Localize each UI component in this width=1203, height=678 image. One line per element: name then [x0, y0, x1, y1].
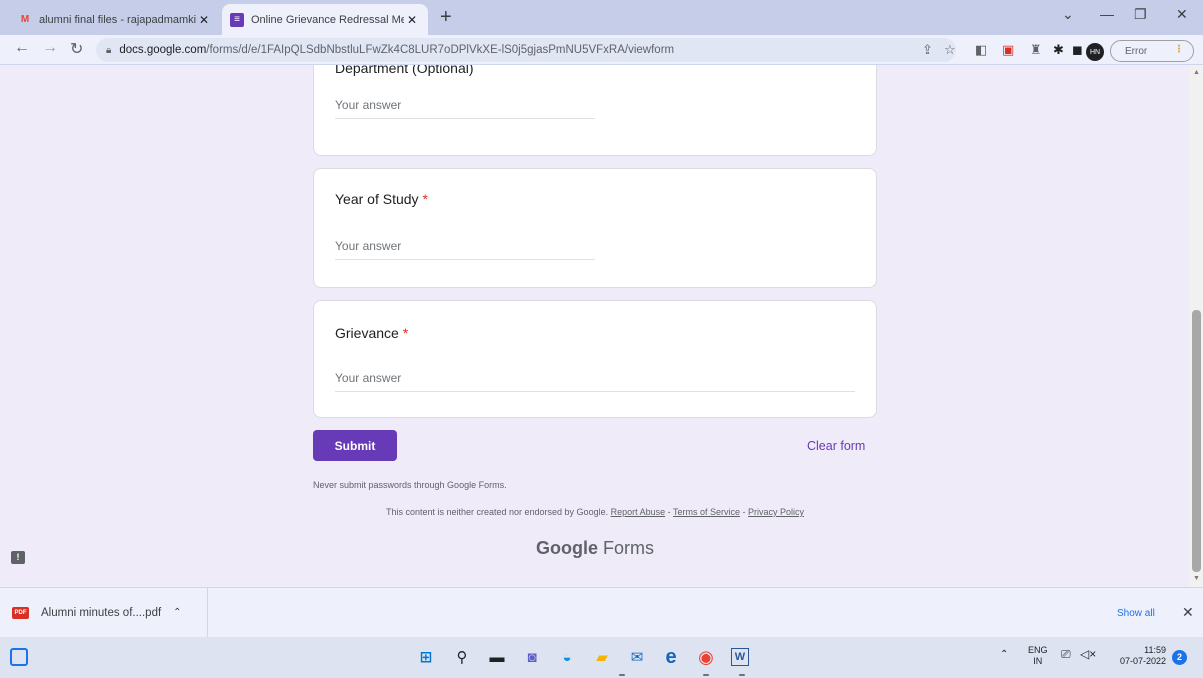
- separator: -: [665, 507, 673, 517]
- extension-icon[interactable]: ◧: [975, 42, 987, 58]
- question-title: Grievance *: [335, 325, 409, 341]
- edge-icon[interactable]: ◒: [556, 646, 578, 668]
- network-icon[interactable]: ⎚: [1061, 648, 1071, 660]
- menu-dots-icon: ⋮: [1174, 44, 1184, 55]
- question-title: Department (Optional): [335, 65, 474, 76]
- internet-explorer-icon[interactable]: e: [660, 646, 682, 668]
- tab-grievance-form[interactable]: ≡ Online Grievance Redressal Mecl ✕: [222, 4, 428, 35]
- clock[interactable]: 11:59 07-07-2022: [1108, 645, 1166, 667]
- year-of-study-answer-input[interactable]: Your answer: [335, 239, 595, 260]
- logo-google: Google: [535, 538, 598, 558]
- download-bar: PDF Alumni minutes of....pdf ⌃ Show all …: [0, 587, 1203, 637]
- scroll-down-icon[interactable]: ▼: [1193, 575, 1200, 582]
- download-file-name: Alumni minutes of....pdf: [41, 606, 162, 619]
- question-card-grievance: Grievance * Your answer: [313, 300, 877, 418]
- new-tab-button[interactable]: +: [440, 7, 452, 27]
- required-asterisk: *: [402, 325, 409, 341]
- region-code: IN: [1033, 656, 1043, 666]
- pdf-extension-icon[interactable]: ▣: [1002, 42, 1014, 58]
- feedback-icon[interactable]: !: [11, 551, 25, 564]
- extension-icon[interactable]: ♜: [1030, 42, 1042, 58]
- address-bar[interactable]: 🔒︎ docs.google.com /forms/d/e/1FAIpQLSdb…: [96, 38, 956, 62]
- notification-badge[interactable]: 2: [1172, 650, 1187, 665]
- gmail-icon: M: [20, 14, 30, 25]
- language-indicator[interactable]: ENG IN: [1028, 645, 1048, 667]
- department-answer-input[interactable]: Your answer: [335, 98, 595, 119]
- tab-title: alumni final files - rajapadmamki: [39, 13, 196, 26]
- running-indicator: [739, 674, 745, 676]
- show-hidden-icons[interactable]: ⌃: [1000, 649, 1008, 660]
- word-icon[interactable]: W: [731, 648, 749, 666]
- browser-toolbar: ← → ↻ 🔒︎ docs.google.com /forms/d/e/1FAI…: [0, 35, 1203, 65]
- logo-forms: Forms: [603, 538, 654, 558]
- minimize-icon[interactable]: —: [1100, 6, 1114, 22]
- close-download-bar-icon[interactable]: ✕: [1182, 604, 1194, 621]
- error-label: Error: [1125, 45, 1148, 57]
- separator: -: [740, 507, 749, 517]
- running-indicator: [619, 674, 625, 676]
- windows-start-icon[interactable]: ⊞: [415, 646, 437, 668]
- language-code: ENG: [1028, 645, 1048, 655]
- extensions-puzzle-icon[interactable]: ✱: [1053, 42, 1064, 58]
- tab-title: Online Grievance Redressal Mecl: [251, 13, 404, 26]
- terms-of-service-link[interactable]: Terms of Service: [673, 507, 740, 517]
- page-viewport: Department (Optional) Your answer Year o…: [0, 65, 1190, 587]
- tab-gmail[interactable]: M alumni final files - rajapadmamki ✕: [10, 4, 220, 35]
- required-asterisk: *: [422, 191, 428, 207]
- scrollbar-thumb[interactable]: [1192, 310, 1201, 572]
- chat-icon[interactable]: ◙: [521, 646, 543, 668]
- close-tab-icon[interactable]: ✕: [196, 13, 212, 27]
- windows-taskbar: ⊞ ⚲ ▬ ◙ ◒ ▰ ✉ e ◉ W ⌃ ENG IN ⎚ ◁× 11:59 …: [0, 637, 1203, 678]
- running-indicator: [703, 674, 709, 676]
- password-warning: Never submit passwords through Google Fo…: [313, 480, 507, 490]
- clock-date: 07-07-2022: [1119, 656, 1166, 666]
- google-forms-icon: ≡: [230, 12, 244, 27]
- side-panel-icon[interactable]: ◼: [1072, 42, 1083, 58]
- pdf-file-icon: PDF: [12, 606, 29, 619]
- chevron-up-icon[interactable]: ⌃: [173, 607, 181, 618]
- disclaimer-text: This content is neither created nor endo…: [385, 507, 609, 517]
- bookmark-star-icon[interactable]: ☆: [944, 42, 956, 58]
- back-icon[interactable]: ←: [14, 39, 30, 57]
- lock-icon: 🔒︎: [106, 44, 112, 56]
- grievance-answer-input[interactable]: Your answer: [335, 371, 855, 392]
- page-scrollbar[interactable]: ▲ ▼: [1190, 65, 1203, 587]
- url-path: /forms/d/e/1FAIpQLSdbNbstluLFwZk4C8LUR7o…: [206, 44, 675, 56]
- question-card-department: Department (Optional) Your answer: [313, 65, 877, 156]
- share-icon[interactable]: ⇪: [922, 42, 933, 58]
- mail-icon[interactable]: ✉: [626, 646, 648, 668]
- question-card-year-of-study: Year of Study * Your answer: [313, 168, 877, 288]
- profile-avatar[interactable]: HN: [1086, 43, 1104, 61]
- submit-button[interactable]: Submit: [313, 430, 397, 461]
- reload-icon[interactable]: ↻: [70, 39, 83, 59]
- speaker-icon[interactable]: ◁×: [1080, 648, 1096, 660]
- scroll-up-icon[interactable]: ▲: [1193, 69, 1200, 76]
- forward-icon[interactable]: →: [42, 39, 58, 57]
- close-window-icon[interactable]: ✕: [1176, 6, 1188, 23]
- url-host: docs.google.com: [119, 44, 207, 56]
- browser-tab-strip: M alumni final files - rajapadmamki ✕ ≡ …: [0, 0, 1203, 35]
- task-view-icon[interactable]: ▬: [486, 646, 508, 668]
- restore-icon[interactable]: ❐: [1134, 6, 1147, 23]
- chrome-icon[interactable]: ◉: [695, 646, 717, 668]
- error-button[interactable]: Error ⋮: [1110, 40, 1194, 62]
- clear-form-button[interactable]: Clear form: [807, 439, 865, 453]
- report-abuse-link[interactable]: Report Abuse: [611, 507, 666, 517]
- tab-search-icon[interactable]: ⌄: [1062, 6, 1074, 23]
- question-title: Year of Study *: [335, 191, 428, 207]
- disclaimer: This content is neither created nor endo…: [313, 507, 877, 517]
- google-forms-logo[interactable]: Google Forms: [313, 538, 877, 559]
- widgets-icon[interactable]: [10, 648, 28, 666]
- privacy-policy-link[interactable]: Privacy Policy: [748, 507, 804, 517]
- search-icon[interactable]: ⚲: [451, 646, 473, 668]
- file-explorer-icon[interactable]: ▰: [591, 646, 613, 668]
- show-all-button[interactable]: Show all: [1117, 608, 1155, 619]
- close-tab-icon[interactable]: ✕: [404, 13, 420, 27]
- download-item[interactable]: PDF Alumni minutes of....pdf ⌃: [0, 588, 208, 637]
- clock-time: 11:59: [1144, 645, 1166, 655]
